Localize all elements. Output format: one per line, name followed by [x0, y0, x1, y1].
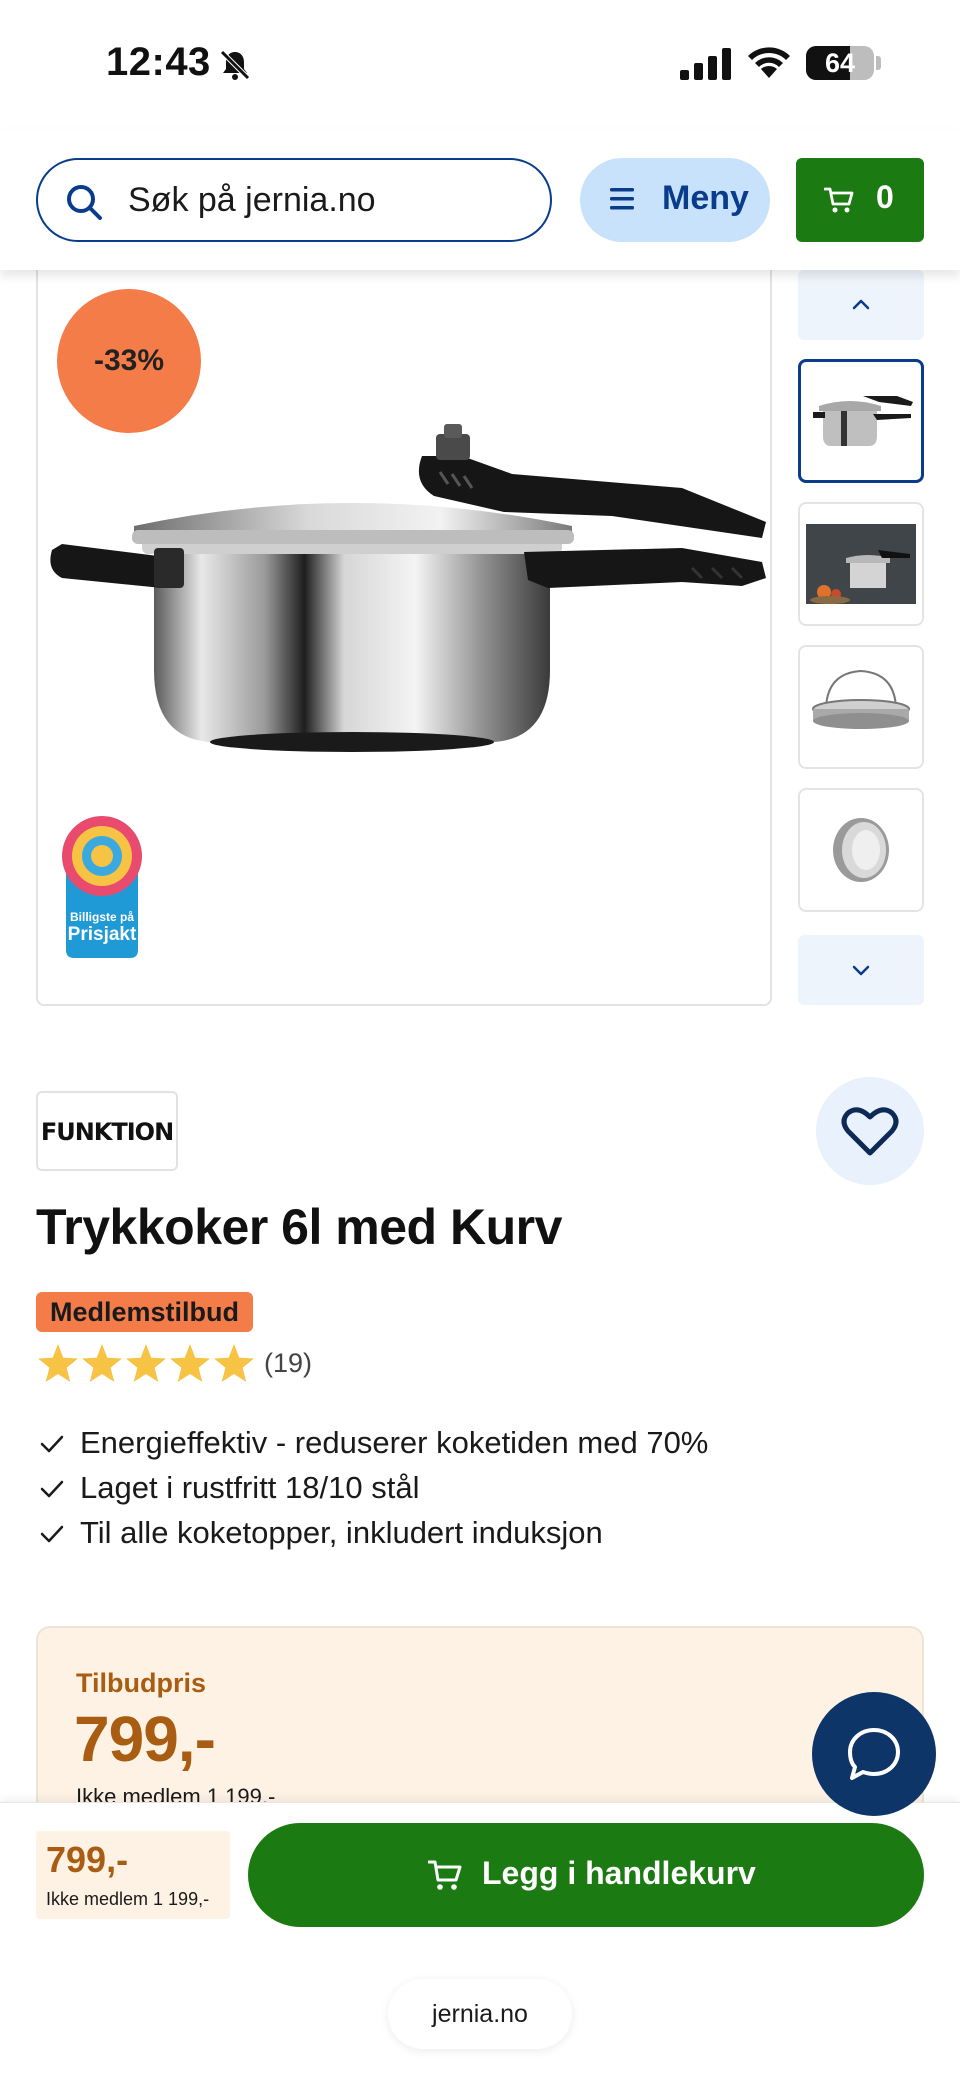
member-offer-badge: Medlemstilbud	[36, 1292, 254, 1332]
hamburger-menu-icon	[610, 188, 634, 210]
check-icon	[40, 1525, 64, 1543]
offer-label: Tilbudpris	[76, 1668, 207, 1698]
add-to-cart-label: Legg i handlekurv	[482, 1855, 756, 1891]
thumbnail-scroll-up-button[interactable]	[798, 270, 924, 340]
star-icon	[170, 1344, 210, 1382]
brand-logo[interactable]: FUNKTION	[36, 1091, 178, 1171]
cart-count: 0	[876, 179, 894, 215]
star-icon	[38, 1344, 78, 1382]
cart-button[interactable]: 0	[796, 158, 924, 242]
star-icon	[126, 1344, 166, 1382]
prisjakt-text-large: Prisjakt	[67, 924, 137, 945]
thumbnail-4[interactable]	[798, 788, 924, 912]
usp-item: Til alle koketopper, inkludert induksjon	[36, 1510, 916, 1555]
thumbnail-1[interactable]	[798, 359, 924, 483]
usp-item: Laget i rustfritt 18/10 stål	[36, 1465, 916, 1510]
battery-nub	[876, 56, 881, 70]
offer-price: 799,-	[74, 1703, 216, 1775]
menu-label: Meny	[662, 179, 749, 217]
signal-icon	[680, 48, 731, 80]
brand-name: FUNKTION	[40, 1118, 174, 1146]
heart-icon	[841, 1107, 899, 1156]
check-icon	[40, 1435, 64, 1453]
pressure-cooker-kitchen-thumbnail	[806, 524, 916, 604]
thumbnail-3[interactable]	[798, 645, 924, 769]
prisjakt-badge: Billigste på Prisjakt	[56, 810, 148, 960]
add-to-cart-button[interactable]: Legg i handlekurv	[248, 1823, 924, 1927]
search-input[interactable]	[128, 176, 528, 224]
status-bar: 12:43 64	[0, 0, 960, 130]
usp-text: Energieffektiv - reduserer koketiden med…	[80, 1425, 709, 1460]
main-product-image[interactable]: -33% Billigste på Prisjakt	[36, 270, 772, 1006]
search-icon	[67, 185, 102, 220]
usp-text: Laget i rustfritt 18/10 stål	[80, 1470, 420, 1505]
valve-part-thumbnail	[833, 818, 889, 882]
bell-muted-icon	[220, 50, 250, 80]
check-icon	[40, 1480, 64, 1498]
wishlist-button[interactable]	[816, 1077, 924, 1185]
browser-url-pill[interactable]: jernia.no	[388, 1979, 572, 2049]
product-title: Trykkoker 6l med Kurv	[36, 1199, 562, 1255]
discount-badge: -33%	[57, 289, 201, 433]
usp-item: Energieffektiv - reduserer koketiden med…	[36, 1420, 916, 1465]
sticky-bottom-bar: 799,- Ikke medlem 1 199,- Legg i handlek…	[0, 1802, 960, 2081]
cart-icon	[428, 1860, 462, 1890]
site-header: Meny 0	[0, 130, 960, 270]
usp-text: Til alle koketopper, inkludert induksjon	[80, 1515, 603, 1550]
chat-bubble-icon	[848, 1728, 900, 1780]
usp-list: Energieffektiv - reduserer koketiden med…	[36, 1420, 916, 1555]
steamer-basket-thumbnail	[812, 669, 910, 729]
pressure-cooker-image	[50, 424, 766, 752]
search-box[interactable]	[36, 158, 552, 242]
thumbnail-scroll-down-button[interactable]	[798, 935, 924, 1005]
thumbnail-2[interactable]	[798, 502, 924, 626]
cart-icon	[824, 187, 854, 213]
sticky-price: 799,- Ikke medlem 1 199,-	[36, 1831, 230, 1919]
rating-stars	[38, 1344, 254, 1382]
star-icon	[214, 1344, 254, 1382]
sticky-non-member-price: Ikke medlem 1 199,-	[46, 1889, 210, 1909]
star-icon	[82, 1344, 122, 1382]
chevron-down-icon	[852, 965, 870, 976]
review-count: (19)	[264, 1348, 313, 1378]
pressure-cooker-thumbnail	[813, 396, 913, 446]
prisjakt-text-small: Billigste på	[69, 910, 134, 924]
battery-icon: 64	[806, 46, 874, 80]
wifi-icon	[748, 47, 790, 78]
menu-button[interactable]: Meny	[580, 158, 770, 242]
chat-button[interactable]	[812, 1692, 936, 1816]
battery-level: 64	[824, 48, 856, 78]
sticky-price-value: 799,-	[46, 1839, 129, 1880]
status-time: 12:43	[106, 40, 211, 84]
chevron-up-icon	[852, 299, 870, 310]
